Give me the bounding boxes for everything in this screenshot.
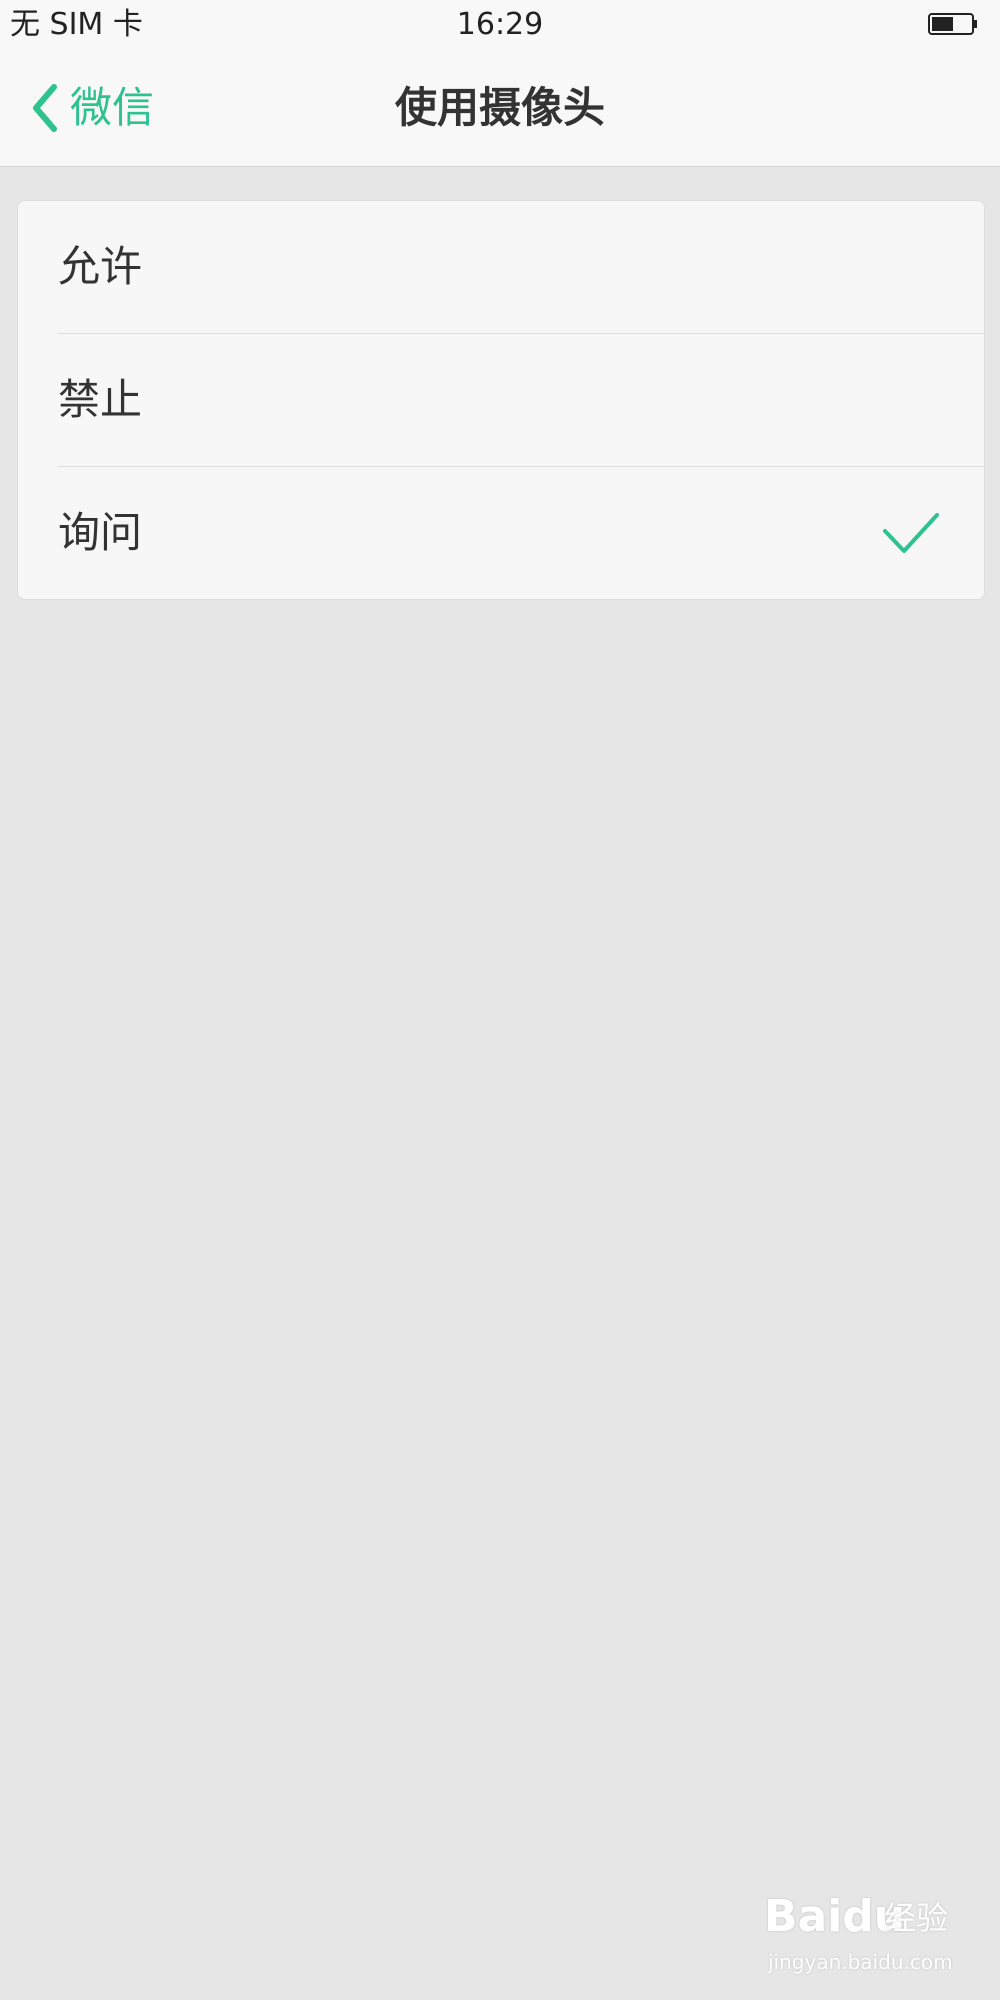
permission-options-list: 允许 禁止 询问	[17, 200, 985, 600]
option-allow[interactable]: 允许	[18, 201, 984, 333]
checkmark-icon	[883, 513, 939, 553]
page-title: 使用摄像头	[394, 83, 605, 132]
watermark-jingyan: 经验	[884, 1899, 949, 1937]
option-label: 允许	[58, 242, 143, 291]
navigation-bar: 微信 使用摄像头	[0, 50, 1000, 167]
status-bar: 无 SIM 卡 16:29	[0, 0, 1000, 50]
clock-text: 16:29	[456, 7, 544, 42]
watermark: Baidu 经验 jingyan.baidu.com	[764, 1892, 964, 1982]
battery-icon	[928, 13, 977, 35]
watermark-url: jingyan.baidu.com	[768, 1950, 953, 1974]
option-label: 禁止	[58, 375, 143, 424]
option-deny[interactable]: 禁止	[18, 334, 984, 466]
option-label: 询问	[58, 508, 143, 557]
option-ask[interactable]: 询问	[18, 467, 984, 599]
